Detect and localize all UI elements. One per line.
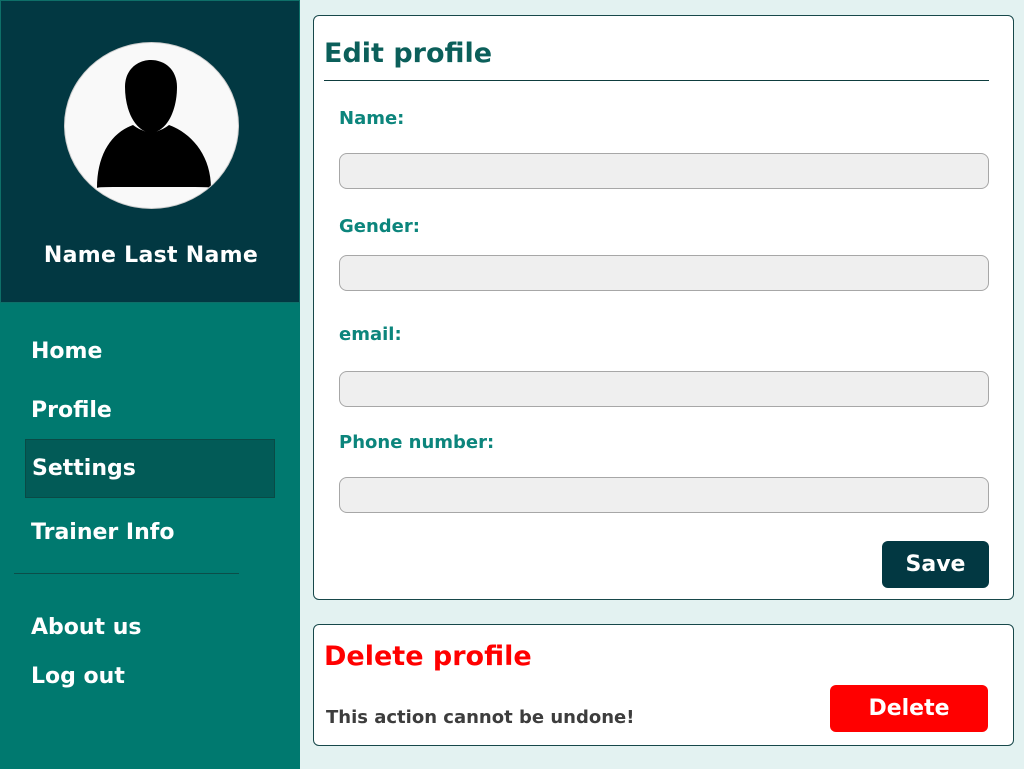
title-divider [324,80,989,81]
gender-label: Gender: [339,216,420,237]
app-root: Name Last Name Home Profile Settings Tra… [0,0,1024,769]
save-button[interactable]: Save [882,541,989,588]
phone-input[interactable] [339,477,989,513]
nav-trainer-info[interactable]: Trainer Info [25,503,275,562]
profile-header: Name Last Name [0,0,300,303]
avatar [64,42,239,209]
email-label: email: [339,324,402,345]
nav-divider [14,573,239,574]
nav-settings[interactable]: Settings [25,439,275,498]
gender-input[interactable] [339,255,989,291]
user-name: Name Last Name [43,243,259,268]
delete-profile-title: Delete profile [324,641,532,672]
delete-warning-text: This action cannot be undone! [326,707,635,728]
delete-button[interactable]: Delete [830,685,988,732]
nav-log-out[interactable]: Log out [25,647,275,706]
name-label: Name: [339,108,405,129]
nav-home[interactable]: Home [25,322,275,381]
user-silhouette-icon [97,60,211,188]
email-input[interactable] [339,371,989,407]
name-input[interactable] [339,153,989,189]
sidebar: Name Last Name Home Profile Settings Tra… [0,0,300,769]
phone-label: Phone number: [339,432,495,453]
edit-profile-card: Edit profile Name: Gender: email: Phone … [313,15,1014,600]
delete-profile-card: Delete profile This action cannot be und… [313,624,1014,746]
edit-profile-title: Edit profile [324,38,493,69]
nav-profile[interactable]: Profile [25,381,275,440]
